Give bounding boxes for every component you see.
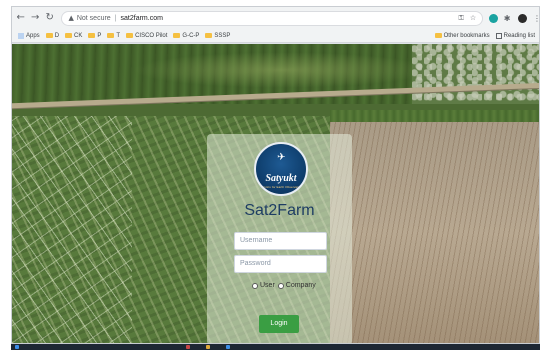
taskbar	[11, 344, 540, 350]
key-icon[interactable]: ⚿	[459, 14, 464, 23]
reading-list[interactable]: Reading list	[495, 32, 535, 39]
app-icon[interactable]	[186, 345, 190, 349]
browser-window: ← → ↻ ▲ Not secure | sat2farm.com ⚿ ☆ ✱ …	[11, 6, 540, 344]
bookmark-label: Apps	[26, 32, 40, 39]
folder-icon	[45, 33, 53, 38]
login-card: ✈ Satyukt Analytics for Earth Observatio…	[207, 134, 352, 343]
star-icon[interactable]: ☆	[470, 14, 476, 22]
reload-icon[interactable]: ↻	[44, 11, 55, 25]
bookmark-label: T	[116, 32, 121, 39]
warning-icon: ▲	[68, 14, 74, 22]
bookmark-label: P	[97, 32, 102, 39]
bookmark-label: CK	[74, 32, 83, 39]
extension-icon[interactable]	[489, 13, 498, 23]
folder-icon	[126, 33, 134, 38]
bookmark-label: D	[54, 32, 60, 39]
logo-brand: Satyukt	[265, 173, 297, 184]
bookmark-label: G-C-P	[182, 32, 200, 39]
start-icon[interactable]	[15, 345, 19, 349]
aerial-trees	[412, 44, 539, 104]
puzzle-icon[interactable]: ✱	[504, 14, 513, 23]
bookmark-folder[interactable]: P	[88, 33, 101, 39]
logo-tagline: Analytics for Earth Observations	[257, 185, 305, 189]
username-input[interactable]: Username	[234, 232, 327, 250]
other-bookmarks[interactable]: Other bookmarks	[434, 32, 490, 39]
apps-icon	[18, 32, 24, 39]
address-bar[interactable]: ▲ Not secure | sat2farm.com ⚿ ☆	[61, 10, 484, 26]
reading-list-icon	[495, 32, 502, 39]
login-button[interactable]: Login	[259, 315, 299, 333]
aerial-field-grid	[12, 116, 132, 343]
profile-avatar[interactable]	[518, 13, 527, 23]
bookmark-folder[interactable]: CK	[65, 33, 82, 39]
menu-icon[interactable]: ⋮	[533, 14, 539, 23]
page-background: ✈ Satyukt Analytics for Earth Observatio…	[12, 44, 539, 343]
satyukt-logo: ✈ Satyukt Analytics for Earth Observatio…	[254, 142, 308, 196]
bookmark-folder[interactable]: SSSP	[205, 33, 230, 39]
reading-list-label: Reading list	[503, 32, 535, 39]
other-bookmarks-label: Other bookmarks	[443, 32, 490, 39]
radio-user-label: User	[260, 282, 275, 289]
satellite-icon: ✈	[277, 152, 286, 163]
aerial-plowed-field	[330, 122, 539, 343]
radio-company[interactable]	[277, 282, 284, 289]
forward-icon[interactable]: →	[29, 11, 40, 25]
radio-company-label: Company	[285, 282, 316, 289]
password-input[interactable]: Password	[234, 255, 327, 273]
bookmark-label: CISCO Pilot	[135, 32, 168, 39]
browser-icon[interactable]	[226, 345, 230, 349]
bookmark-folder[interactable]: T	[107, 33, 120, 39]
folder-icon[interactable]	[206, 345, 210, 349]
bookmark-label: SSSP	[214, 32, 231, 39]
radio-user[interactable]	[252, 282, 258, 289]
bookmark-folder[interactable]: G-C-P	[173, 33, 199, 39]
bookmark-folder[interactable]: D	[45, 32, 60, 39]
browser-toolbar: ← → ↻ ▲ Not secure | sat2farm.com ⚿ ☆ ✱ …	[12, 7, 539, 29]
folder-icon	[107, 33, 115, 38]
bookmark-folder[interactable]: CISCO Pilot	[126, 33, 167, 39]
back-icon[interactable]: ←	[15, 11, 26, 25]
folder-icon	[65, 33, 73, 38]
folder-icon	[434, 33, 442, 38]
address-divider: |	[114, 14, 117, 22]
folder-icon	[173, 33, 181, 38]
url-text: sat2farm.com	[120, 14, 163, 22]
bookmarks-bar: Apps D CK P T CISCO Pilot G-C-P SSSP Oth…	[12, 29, 539, 43]
role-selector: User Company	[252, 282, 319, 289]
app-title: Sat2Farm	[244, 202, 315, 219]
bookmark-apps[interactable]: Apps	[18, 32, 40, 39]
folder-icon	[205, 33, 213, 38]
security-label: Not secure	[76, 14, 111, 22]
folder-icon	[88, 33, 96, 38]
